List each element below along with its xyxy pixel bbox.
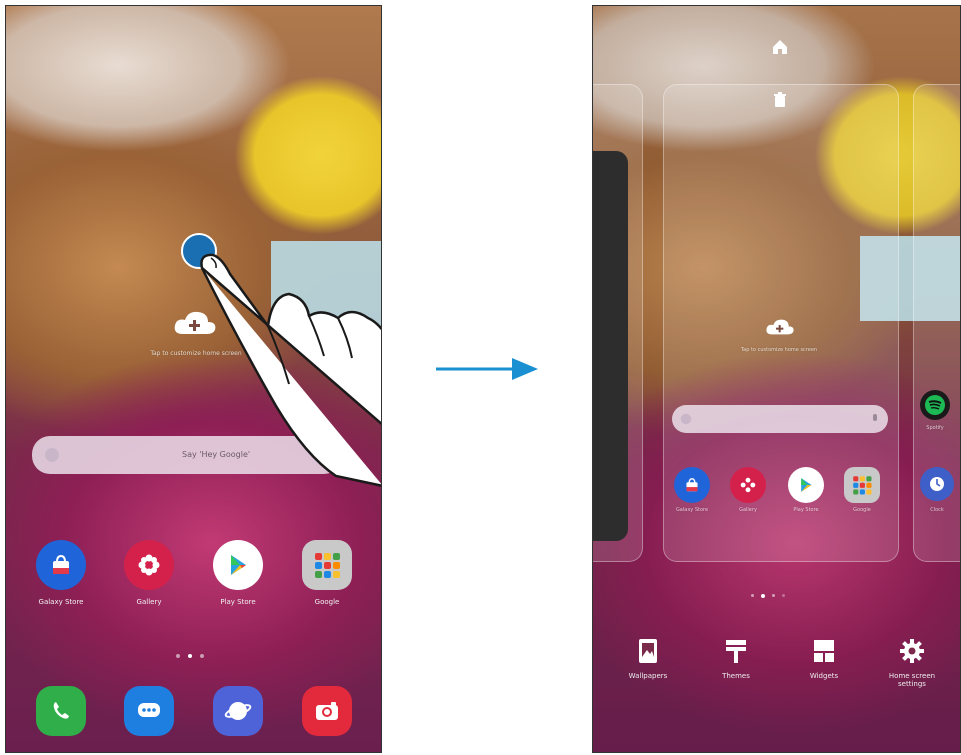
toolbar-label: Widgets (809, 672, 839, 680)
app-label: Clock (930, 507, 944, 513)
app-label: Google (853, 507, 871, 513)
search-bar[interactable] (672, 405, 888, 433)
widgets-icon (814, 640, 834, 662)
mic-icon (873, 414, 877, 421)
home-icon[interactable] (771, 38, 789, 56)
play-store-icon (801, 478, 812, 492)
widgets-button[interactable]: Widgets (789, 638, 859, 680)
google-folder-icon (853, 476, 872, 495)
brush-icon (726, 640, 746, 663)
page-dot-active (761, 594, 765, 598)
current-page-thumbnail[interactable]: Tap to customize home screen Galaxy Stor… (663, 84, 899, 562)
app-label: Galaxy Store (675, 507, 709, 513)
home-screen-settings-button[interactable]: Home screen settings (877, 638, 947, 688)
spotify-icon (925, 395, 945, 415)
toolbar-label: Home screen settings (888, 672, 936, 688)
toolbar-label: Wallpapers (628, 672, 668, 680)
settings-icon (900, 639, 924, 663)
spotify-app[interactable] (920, 390, 950, 420)
page-dot (782, 594, 785, 597)
galaxy-store-app[interactable] (674, 467, 710, 503)
toolbar-label: Themes (722, 672, 750, 680)
google-folder[interactable] (844, 467, 880, 503)
home-screen-before: Tap to customize home screen Say 'Hey Go… (5, 5, 382, 753)
clock-icon (930, 477, 944, 491)
hand-pointer-icon (200, 253, 381, 487)
home-hint-text: Tap to customize home screen (740, 347, 818, 353)
gallery-app[interactable] (730, 467, 766, 503)
transition-arrow-icon (436, 358, 538, 380)
app-label: Spotify (926, 425, 944, 431)
flower-icon (740, 477, 756, 493)
page-dot (751, 594, 754, 597)
page-dot (772, 594, 775, 597)
clock-app[interactable] (920, 467, 954, 501)
google-icon (680, 413, 692, 425)
page-indicator[interactable] (751, 594, 785, 598)
home-screen-edit-mode: Tap to customize home screen Galaxy Stor… (592, 5, 961, 753)
app-label: Play Store (793, 507, 819, 513)
wallpaper-icon (639, 639, 657, 663)
wallpapers-button[interactable]: Wallpapers (613, 638, 683, 680)
tap-gesture (181, 233, 381, 487)
themes-button[interactable]: Themes (701, 638, 771, 680)
add-cloud-icon (766, 319, 794, 335)
app-label: Gallery (739, 507, 757, 513)
shopping-bag-icon (686, 478, 698, 492)
left-page-thumbnail[interactable] (593, 84, 643, 562)
right-page-thumbnail[interactable]: Spotify Clock (913, 84, 960, 562)
play-store-app[interactable] (788, 467, 824, 503)
